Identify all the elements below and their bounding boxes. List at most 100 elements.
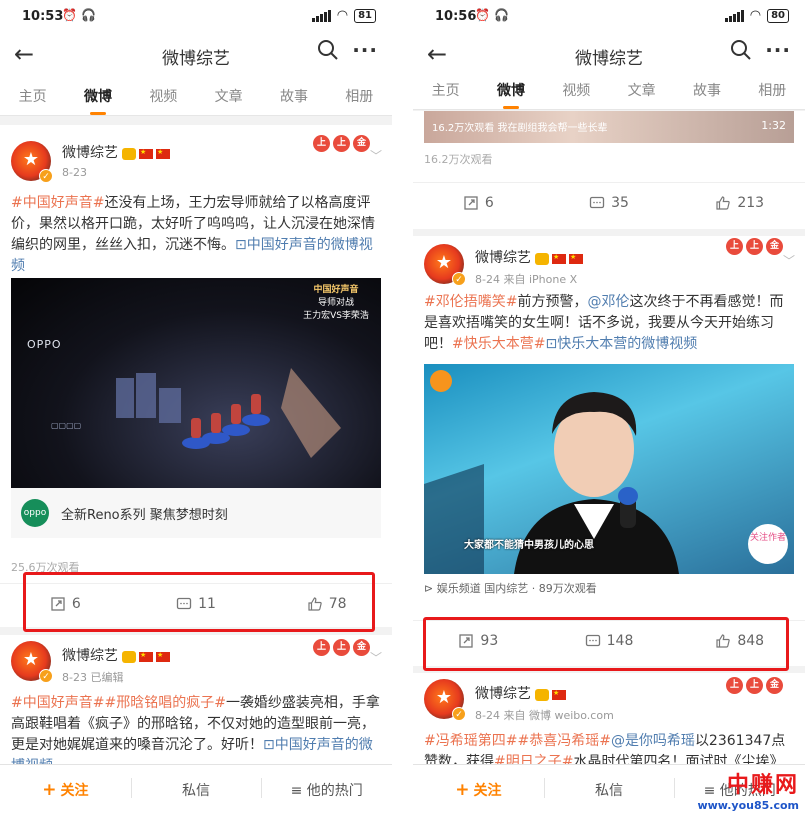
tab-stories[interactable]: 故事: [689, 80, 725, 100]
repost-button[interactable]: 6: [0, 584, 131, 623]
post-author[interactable]: 微博综艺: [62, 645, 170, 665]
search-icon[interactable]: [729, 38, 753, 62]
like-button[interactable]: 213: [674, 183, 805, 222]
crown-badge-icon: [122, 651, 136, 663]
avatar[interactable]: ★ ✓: [11, 141, 53, 183]
search-icon[interactable]: [316, 38, 340, 62]
chevron-down-icon[interactable]: ﹀: [783, 252, 795, 269]
weibo-post[interactable]: ★✓ 微博综艺 8-24 来自 iPhone X 上上金 ﹀ #邓伦捂嘴笑#前方…: [413, 236, 805, 666]
hashtag[interactable]: #明日之子#: [494, 754, 573, 764]
oppo-logo-text: OPPO: [27, 338, 62, 351]
hashtag[interactable]: #邢晗铭唱的疯子#: [104, 695, 225, 711]
verified-icon: ✓: [39, 169, 53, 183]
hashtag[interactable]: #邓伦捂嘴笑#: [424, 294, 517, 310]
show-logo: 中国好声音 导师对战 王力宏VS李荣浩: [303, 285, 369, 321]
mention-link[interactable]: @邓伦: [587, 294, 629, 310]
feed: ★✓ 微博综艺 8-23 上上金 ﹀ #中国好声音#还没有上场，王力宏导师就给了…: [0, 117, 392, 764]
video-thumbnail[interactable]: ▢▢▢▢ OPPO 中国好声音 导师对战 王力宏VS李荣浩: [11, 278, 381, 488]
repost-button[interactable]: 6: [413, 183, 544, 222]
hk-flag-icon: [156, 651, 170, 662]
post-author[interactable]: 微博综艺: [475, 247, 583, 267]
comment-button[interactable]: 35: [544, 183, 675, 222]
hk-flag-icon: [156, 148, 170, 159]
status-time: 10:56: [435, 9, 477, 24]
post-actions: 6 35 213: [413, 182, 805, 222]
message-button[interactable]: 私信: [543, 777, 675, 800]
video-link[interactable]: ⊡快乐大本营的微博视频: [545, 336, 697, 352]
video-thumbnail[interactable]: 大家都不能猜中男孩儿的心思 关注作者: [424, 364, 794, 574]
tab-stories[interactable]: 故事: [276, 86, 312, 106]
comment-icon: [589, 196, 605, 208]
tab-articles[interactable]: 文章: [211, 86, 247, 106]
tab-video[interactable]: 视频: [145, 86, 181, 106]
verified-icon: ✓: [452, 272, 466, 286]
tab-albums[interactable]: 相册: [341, 86, 377, 106]
message-button[interactable]: 私信: [130, 777, 262, 800]
avatar[interactable]: ★ ✓: [11, 641, 53, 683]
post-text: #邓伦捂嘴笑#前方预警，@邓伦这次终于不再看感觉！而是喜欢捂嘴笑的女生啊！话不多…: [424, 294, 784, 352]
status-notification-icons: ⏰🎧: [475, 8, 513, 22]
china-flag-icon: [139, 651, 153, 662]
comment-button[interactable]: 148: [544, 621, 675, 660]
hk-flag-icon: [569, 253, 583, 264]
china-flag-icon: [139, 148, 153, 159]
hashtag[interactable]: #恭喜冯希瑶#: [517, 733, 610, 749]
chevron-down-icon[interactable]: ﹀: [370, 147, 382, 164]
repost-icon: [464, 195, 478, 210]
battery-icon: 81: [354, 8, 376, 23]
video-thumbnail[interactable]: 16.2万次观看 我在剧组我会帮一些长辈 1:32: [424, 111, 794, 143]
weibo-post[interactable]: ★✓ 微博综艺 8-23 上上金 ﹀ #中国好声音#还没有上场，王力宏导师就给了…: [0, 125, 392, 627]
comment-icon: [176, 597, 192, 609]
hashtag[interactable]: #冯希瑶第四#: [424, 733, 517, 749]
avatar[interactable]: ★ ✓: [424, 244, 466, 286]
tab-weibo[interactable]: 微博: [80, 86, 116, 115]
post-text: #中国好声音##邢晗铭唱的疯子#一袭婚纱盛装亮相，手拿高跟鞋唱着《疯子》的邢晗铭…: [11, 693, 381, 764]
tab-albums[interactable]: 相册: [754, 80, 790, 100]
hashtag[interactable]: #中国好声音#: [11, 695, 104, 711]
repost-button[interactable]: 93: [413, 621, 544, 660]
right-phone-screen: 10:56 ⏰🎧 ◠ 80 ← 微博综艺 ··· 主页 微博 视频 文章 故事 …: [413, 0, 805, 814]
post-text: #冯希瑶第四##恭喜冯希瑶#@是你吗希瑶以2361347点赞数，获得#明日之子#…: [424, 731, 794, 764]
tab-weibo[interactable]: 微博: [493, 80, 529, 109]
crown-badge-icon: [122, 148, 136, 160]
more-options-icon[interactable]: ···: [765, 38, 791, 62]
weibo-post[interactable]: ★✓ 微博综艺 8-23 已编辑 上上金 ﹀ #中国好声音##邢晗铭唱的疯子#一…: [0, 635, 392, 764]
follow-button[interactable]: + 关注: [413, 780, 544, 800]
profile-tabs: 主页 微博 视频 文章 故事 相册: [0, 76, 392, 116]
avatar[interactable]: ★ ✓: [424, 679, 466, 721]
hashtag[interactable]: #中国好声音#: [11, 195, 104, 211]
verified-icon: ✓: [39, 669, 53, 683]
tab-video[interactable]: 视频: [558, 80, 594, 100]
mention-link[interactable]: @是你吗希瑶: [611, 733, 695, 749]
view-count: 16.2万次观看: [424, 153, 493, 166]
top-nav-bar: ← 微博综艺 ···: [0, 34, 392, 76]
chevron-down-icon[interactable]: ﹀: [370, 649, 382, 666]
post-actions: 93 148 848: [413, 620, 805, 660]
feed: 16.2万次观看 我在剧组我会帮一些长辈 1:32 16.2万次观看 6 35 …: [413, 111, 805, 764]
comment-button[interactable]: 11: [131, 584, 262, 623]
like-button[interactable]: 848: [674, 621, 805, 660]
tab-home[interactable]: 主页: [428, 80, 464, 100]
like-button[interactable]: 78: [261, 584, 392, 623]
profile-tabs: 主页 微博 视频 文章 故事 相册: [413, 70, 805, 110]
tab-articles[interactable]: 文章: [624, 80, 660, 100]
hashtag[interactable]: #快乐大本营#: [452, 336, 545, 352]
follow-button[interactable]: + 关注: [0, 780, 131, 800]
post-author[interactable]: 微博综艺: [62, 142, 170, 162]
follow-author-badge[interactable]: 关注作者: [748, 524, 788, 564]
hot-posts-button[interactable]: ≡ 他的热门: [261, 777, 392, 800]
weibo-post[interactable]: ★✓ 微博综艺 8-24 来自 微博 weibo.com 上上金 #冯希瑶第四#…: [413, 673, 805, 764]
ad-text: 全新Reno系列 聚焦梦想时刻: [61, 507, 228, 523]
tab-home[interactable]: 主页: [15, 86, 51, 106]
crown-badge-icon: [535, 689, 549, 701]
status-notification-icons: ⏰🎧: [62, 8, 100, 22]
signal-icon: [724, 9, 744, 22]
ad-card[interactable]: oppo 全新Reno系列 聚焦梦想时刻: [11, 488, 381, 538]
more-options-icon[interactable]: ···: [352, 38, 378, 62]
svg-text:▢▢▢▢: ▢▢▢▢: [51, 421, 81, 430]
post-author[interactable]: 微博综艺: [475, 683, 566, 703]
weibo-post[interactable]: 16.2万次观看 我在剧组我会帮一些长辈 1:32 16.2万次观看 6 35 …: [413, 111, 805, 229]
thumbs-up-icon: [308, 596, 322, 611]
site-watermark: 中赚网 www.you85.com: [697, 773, 799, 812]
post-time: 8-23 已编辑: [62, 671, 124, 684]
